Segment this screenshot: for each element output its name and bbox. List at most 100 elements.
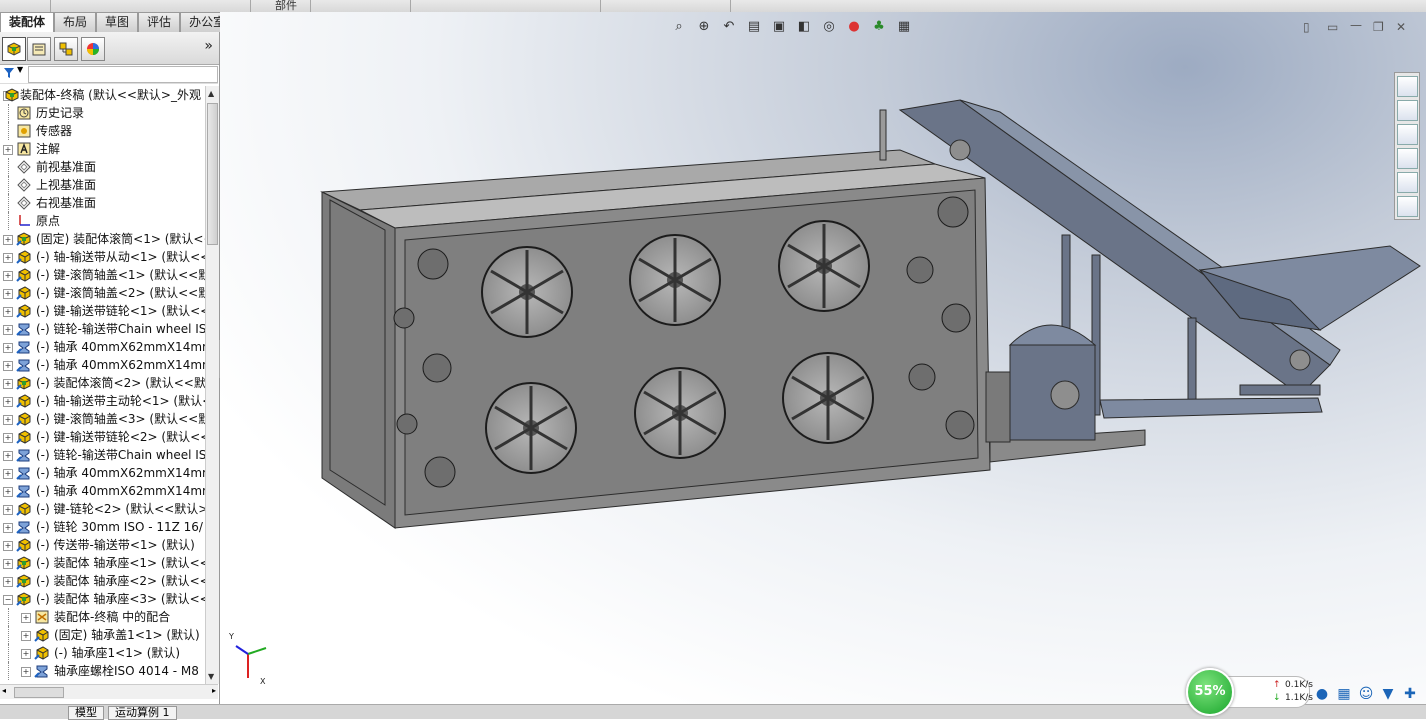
tree-item[interactable]: + 注解: [0, 140, 205, 158]
tree-root[interactable]: − 装配体-终稿 (默认<<默认>_外观: [0, 86, 205, 104]
panel-tabs: »: [0, 32, 219, 65]
mic-icon[interactable]: ●: [1312, 684, 1332, 704]
appearances-icon[interactable]: [1397, 172, 1418, 193]
tab-assembly[interactable]: 装配体: [0, 12, 55, 32]
expand-icon[interactable]: +: [21, 613, 31, 623]
shirt-icon[interactable]: ▼: [1378, 684, 1398, 704]
graphics-viewport[interactable]: ⌕ ⊕ ↶ ▤ ▣ ◧ ◎ ● ♣ ▦ ▯ ▭ — ❐ ✕ Y X: [220, 12, 1426, 704]
scroll-thumb[interactable]: [207, 103, 218, 245]
tree-item[interactable]: 右视基准面: [0, 194, 205, 212]
configuration-manager-tab[interactable]: [54, 37, 78, 61]
expand-icon[interactable]: +: [3, 325, 13, 335]
expand-panel-button[interactable]: »: [204, 38, 213, 54]
tree-vertical-scrollbar[interactable]: ▲ ▼: [205, 86, 219, 684]
tree-item[interactable]: 前视基准面: [0, 158, 205, 176]
tree-item[interactable]: + (-) 轴承 40mmX62mmX14mm: [0, 338, 205, 356]
assembly-model[interactable]: [220, 12, 1426, 704]
tree-item[interactable]: + (-) 轴承 40mmX62mmX14mm: [0, 482, 205, 500]
expand-icon[interactable]: +: [3, 451, 13, 461]
scroll-left-icon[interactable]: ◂: [2, 686, 6, 695]
expand-icon[interactable]: +: [3, 523, 13, 533]
tree-item[interactable]: 历史记录: [0, 104, 205, 122]
network-monitor[interactable]: ↑ 0.1K/s ↓ 1.1K/s 55%: [1186, 668, 1313, 716]
expand-icon[interactable]: +: [3, 307, 13, 317]
tree-item[interactable]: + (固定) 装配体滚筒<1> (默认<<: [0, 230, 205, 248]
expand-icon[interactable]: +: [3, 271, 13, 281]
file-explorer-icon[interactable]: [1397, 124, 1418, 145]
tree-horizontal-scrollbar[interactable]: ◂ ▸: [0, 684, 218, 699]
property-manager-tab[interactable]: [27, 37, 51, 61]
expand-icon[interactable]: +: [3, 289, 13, 299]
feature-manager-tab[interactable]: [2, 37, 26, 61]
expand-icon[interactable]: +: [21, 631, 31, 641]
tree-item[interactable]: + 轴承座螺栓ISO 4014 - M8: [0, 662, 205, 680]
expand-icon[interactable]: +: [3, 541, 13, 551]
expand-icon[interactable]: +: [3, 577, 13, 587]
tree-item[interactable]: + (-) 键-滚筒轴盖<2> (默认<<默: [0, 284, 205, 302]
tree-item[interactable]: − (-) 装配体 轴承座<3> (默认<<: [0, 590, 205, 608]
tree-item[interactable]: + (-) 轴-输送带主动轮<1> (默认<: [0, 392, 205, 410]
tab-sketch[interactable]: 草图: [96, 12, 139, 32]
tree-item[interactable]: + (-) 链轮-输送带Chain wheel IS: [0, 446, 205, 464]
expand-icon[interactable]: +: [3, 559, 13, 569]
keyboard-icon[interactable]: ▦: [1334, 684, 1354, 704]
expand-icon[interactable]: +: [21, 667, 31, 677]
expand-icon[interactable]: +: [3, 505, 13, 515]
expand-icon[interactable]: +: [3, 469, 13, 479]
tree-item[interactable]: + (-) 轴承 40mmX62mmX14mm: [0, 464, 205, 482]
tree-item[interactable]: 原点: [0, 212, 205, 230]
tree-item[interactable]: + (-) 装配体 轴承座<1> (默认<<: [0, 554, 205, 572]
tree-item-label: (-) 装配体 轴承座<2> (默认<<: [36, 574, 205, 588]
view-palette-icon[interactable]: [1397, 148, 1418, 169]
tree-item[interactable]: + 装配体-终稿 中的配合: [0, 608, 205, 626]
expand-icon[interactable]: +: [3, 361, 13, 371]
scroll-right-icon[interactable]: ▸: [212, 686, 216, 695]
collapse-icon[interactable]: −: [3, 595, 13, 605]
expand-icon[interactable]: +: [3, 397, 13, 407]
tree-item[interactable]: + (-) 链轮 30mm ISO - 11Z 16/: [0, 518, 205, 536]
scroll-thumb[interactable]: [14, 687, 64, 698]
expand-icon[interactable]: +: [3, 145, 13, 155]
tree-item[interactable]: 传感器: [0, 122, 205, 140]
expand-icon[interactable]: +: [3, 235, 13, 245]
tree-item[interactable]: 上视基准面: [0, 176, 205, 194]
tree-guide: [8, 644, 9, 662]
expand-icon[interactable]: +: [3, 379, 13, 389]
speed-readout: ↑ 0.1K/s ↓ 1.1K/s: [1226, 676, 1313, 708]
tree-item[interactable]: + (-) 键-滚筒轴盖<1> (默认<<默: [0, 266, 205, 284]
expand-icon[interactable]: +: [3, 343, 13, 353]
tree-item[interactable]: + (-) 装配体 轴承座<2> (默认<<: [0, 572, 205, 590]
filter-input[interactable]: [28, 66, 218, 83]
tree-item[interactable]: + (-) 轴承座1<1> (默认): [0, 644, 205, 662]
tree-item[interactable]: + (-) 轴-输送带从动<1> (默认<<: [0, 248, 205, 266]
tree-item[interactable]: + (-) 键-输送带链轮<1> (默认<<: [0, 302, 205, 320]
expand-icon[interactable]: +: [3, 253, 13, 263]
tree-item[interactable]: + (-) 装配体滚筒<2> (默认<<默认: [0, 374, 205, 392]
tab-evaluate[interactable]: 评估: [138, 12, 181, 32]
tools-icon[interactable]: ✚: [1400, 684, 1420, 704]
scroll-up-icon[interactable]: ▲: [208, 89, 214, 98]
design-library-icon[interactable]: [1397, 100, 1418, 121]
expand-icon[interactable]: +: [21, 649, 31, 659]
tab-layout[interactable]: 布局: [54, 12, 97, 32]
scroll-down-icon[interactable]: ▼: [208, 672, 214, 681]
tree-item[interactable]: + (-) 传送带-输送带<1> (默认): [0, 536, 205, 554]
tree-item-label: (-) 链轮 30mm ISO - 11Z 16/: [36, 520, 203, 534]
home-icon[interactable]: [1397, 76, 1418, 97]
expand-icon[interactable]: +: [3, 433, 13, 443]
filter-icon[interactable]: [4, 68, 14, 78]
tree-item[interactable]: + (-) 链轮-输送带Chain wheel IS: [0, 320, 205, 338]
tree-item[interactable]: + (固定) 轴承盖1<1> (默认): [0, 626, 205, 644]
tree-item[interactable]: + (-) 键-滚筒轴盖<3> (默认<<默: [0, 410, 205, 428]
custom-properties-icon[interactable]: [1397, 196, 1418, 217]
expand-icon[interactable]: +: [3, 487, 13, 497]
part-icon: [16, 430, 31, 444]
tree-item[interactable]: + (-) 键-链轮<2> (默认<<默认>: [0, 500, 205, 518]
filter-dropdown-icon[interactable]: ▼: [17, 65, 23, 74]
display-manager-tab[interactable]: [81, 37, 105, 61]
tree-item[interactable]: + (-) 键-输送带链轮<2> (默认<<: [0, 428, 205, 446]
user-icon[interactable]: ☺: [1356, 684, 1376, 704]
tree-guide: [8, 194, 9, 212]
expand-icon[interactable]: +: [3, 415, 13, 425]
tree-item[interactable]: + (-) 轴承 40mmX62mmX14mm: [0, 356, 205, 374]
